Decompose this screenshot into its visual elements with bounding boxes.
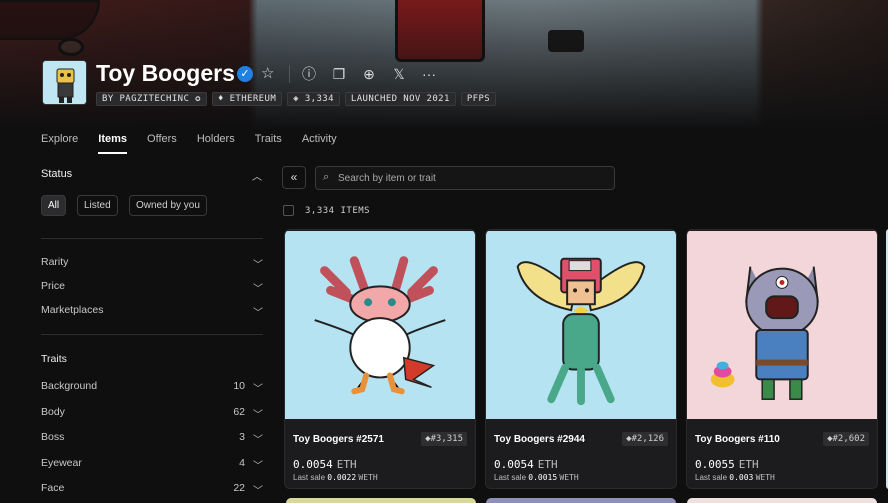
trait-face[interactable]: Face 22 ﹀ [41, 482, 263, 497]
creator-chip[interactable]: BY PAGZITECHINC ✪ [96, 92, 207, 106]
item-price: 0.0054 ETH [494, 458, 558, 471]
chevron-down-icon: ﹀ [253, 486, 263, 497]
filter-price[interactable]: Price ﹀ [41, 280, 263, 295]
x-social-icon[interactable]: 𝕏 [390, 65, 408, 83]
rarity-rank-badge: ◆#3,315 [421, 432, 467, 446]
chevron-down-icon: ﹀ [253, 260, 263, 271]
nft-image-axolotl [285, 230, 475, 420]
status-owned-pill[interactable]: Owned by you [129, 195, 207, 216]
more-options-icon[interactable]: ··· [420, 65, 438, 83]
chevron-up-icon[interactable]: ︿ [252, 168, 262, 183]
supply-chip: ◈ 3,334 [287, 92, 340, 106]
nft-image-monster [687, 230, 877, 420]
item-price: 0.0054 ETH [293, 458, 357, 471]
item-card[interactable]: Toy Boogers #110 ◆#2,602 0.0055 ETH Last … [686, 229, 878, 489]
globe-icon[interactable]: ⊕ [360, 65, 378, 83]
status-all-pill[interactable]: All [41, 195, 67, 216]
chevron-down-icon: ﹀ [253, 461, 263, 472]
info-icon[interactable]: ⓘ [300, 65, 318, 83]
select-all-checkbox[interactable] [283, 205, 294, 216]
collection-title: Toy Boogers [96, 60, 235, 86]
filter-marketplaces[interactable]: Marketplaces ﹀ [41, 304, 263, 319]
ethereum-icon: ♦ [217, 94, 224, 104]
collapse-sidebar-button[interactable]: « [282, 166, 306, 189]
tab-explore[interactable]: Explore [41, 133, 78, 155]
status-heading[interactable]: Status [41, 168, 72, 180]
item-price: 0.0055 ETH [695, 458, 759, 471]
nft-image-floppy-bug [486, 230, 676, 420]
sidebar-divider [41, 238, 263, 239]
chevron-down-icon: ﹀ [253, 410, 263, 421]
trait-eyewear[interactable]: Eyewear 4 ﹀ [41, 457, 263, 472]
chevron-down-icon: ﹀ [253, 435, 263, 446]
verified-small-icon: ✪ [195, 94, 201, 104]
chevron-down-icon: ﹀ [253, 284, 263, 295]
collection-chips: BY PAGZITECHINC ✪ ♦ ETHEREUM ◈ 3,334 LAU… [96, 92, 497, 106]
last-sale: Last sale 0.0015 WETH [494, 473, 579, 482]
chain-chip: ♦ ETHEREUM [211, 92, 283, 106]
status-listed-pill[interactable]: Listed [77, 195, 118, 216]
search-box[interactable]: ⌕ [315, 166, 615, 190]
chevron-down-icon: ﹀ [253, 308, 263, 319]
double-chevron-left-icon: « [290, 170, 298, 184]
favorite-star-icon[interactable]: ☆ [261, 64, 274, 82]
tab-items[interactable]: Items [98, 133, 127, 155]
tab-holders[interactable]: Holders [197, 133, 235, 155]
stack-icon: ◈ [293, 94, 299, 104]
copy-icon[interactable]: ❐ [330, 65, 348, 83]
item-card-next-row[interactable] [286, 498, 476, 503]
last-sale: Last sale 0.0022 WETH [293, 473, 378, 482]
item-card[interactable]: Toy Boogers #2571 ◆#3,315 0.0054 ETH Last… [284, 229, 476, 489]
rarity-rank-badge: ◆#2,602 [823, 432, 869, 446]
tab-traits[interactable]: Traits [255, 133, 282, 155]
tab-activity[interactable]: Activity [302, 133, 337, 155]
search-icon: ⌕ [323, 171, 330, 183]
trait-body[interactable]: Body 62 ﹀ [41, 406, 263, 421]
chevron-down-icon: ﹀ [253, 384, 263, 395]
launch-chip: LAUNCHED NOV 2021 [344, 92, 456, 106]
category-chip[interactable]: PFPS [460, 92, 497, 106]
collection-tabs: Explore Items Offers Holders Traits Acti… [41, 133, 357, 155]
verified-badge-icon: ✓ [237, 66, 253, 82]
trait-boss[interactable]: Boss 3 ﹀ [41, 431, 263, 446]
traits-heading: Traits [41, 353, 67, 365]
search-input[interactable] [338, 170, 608, 186]
item-card-next-row[interactable] [486, 498, 676, 503]
item-name: Toy Boogers #2571 [293, 434, 384, 445]
last-sale: Last sale 0.003 WETH [695, 473, 775, 482]
item-name: Toy Boogers #2944 [494, 434, 585, 445]
items-count: 3,334 ITEMS [305, 206, 371, 216]
item-card-next-row[interactable] [687, 498, 877, 503]
filter-rarity[interactable]: Rarity ﹀ [41, 256, 263, 271]
header-divider [289, 65, 290, 83]
item-name: Toy Boogers #110 [695, 434, 780, 445]
tab-offers[interactable]: Offers [147, 133, 177, 155]
sidebar-divider [41, 334, 263, 335]
collection-avatar [42, 60, 87, 105]
trait-background[interactable]: Background 10 ﹀ [41, 380, 263, 395]
item-card[interactable]: Toy Boogers #2944 ◆#2,126 0.0054 ETH Last… [485, 229, 677, 489]
rarity-rank-badge: ◆#2,126 [622, 432, 668, 446]
